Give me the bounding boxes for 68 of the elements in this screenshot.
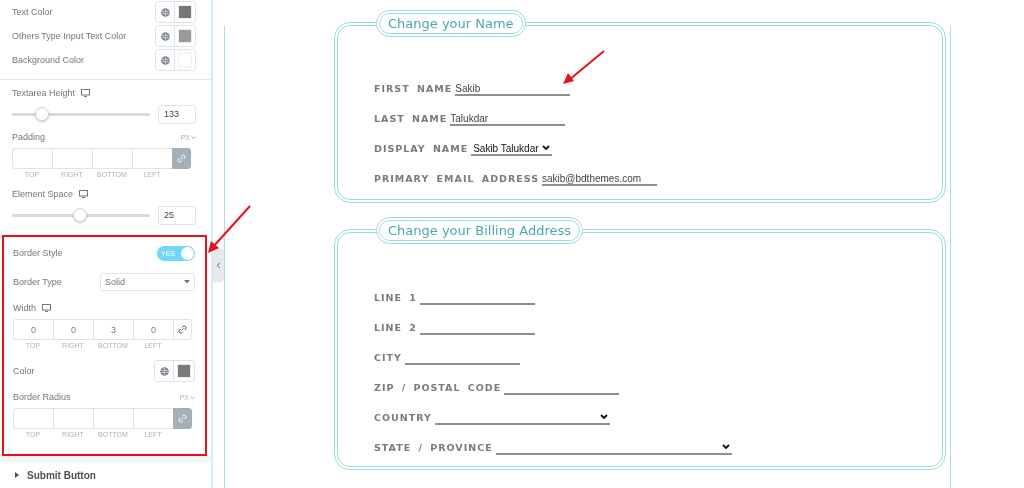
- link-icon: [178, 325, 187, 334]
- control-label: Padding: [12, 132, 46, 142]
- chevron-icon: [599, 414, 608, 420]
- globe-icon: [160, 55, 170, 65]
- select-field[interactable]: Sakib Talukdar: [471, 142, 552, 156]
- chevron-icon: [216, 261, 221, 269]
- dimension-field[interactable]: [132, 148, 172, 169]
- slider-handle[interactable]: [35, 106, 50, 121]
- dimension-field[interactable]: [12, 148, 52, 169]
- field-label: DISPLAY NAME: [374, 143, 469, 156]
- color-picker[interactable]: [155, 49, 196, 71]
- dimension-field[interactable]: [13, 408, 53, 429]
- dimension-field[interactable]: [92, 148, 132, 169]
- color-picker[interactable]: [155, 1, 196, 23]
- dimension-field[interactable]: [93, 408, 133, 429]
- field-label: LINE 1: [374, 292, 417, 305]
- field-label: STATE / PROVINCE: [374, 442, 493, 455]
- number-field[interactable]: 133: [158, 104, 196, 124]
- chevron-icon: [721, 444, 730, 450]
- dimension-field[interactable]: 3: [93, 319, 133, 340]
- field-label: COUNTRY: [374, 412, 432, 425]
- control-label: Element Space: [12, 189, 74, 199]
- globe-icon: [160, 31, 170, 41]
- section-legend: Change your Name: [376, 10, 526, 37]
- control-label: Textarea Height: [12, 88, 76, 98]
- dimension-field[interactable]: 0: [13, 319, 53, 340]
- chevron-icon: [541, 145, 550, 151]
- dimension-field[interactable]: 0: [53, 319, 93, 340]
- number-field[interactable]: 25: [158, 205, 196, 225]
- field-label: CITY: [374, 352, 402, 365]
- caret-icon: [190, 395, 195, 399]
- collapse-tab[interactable]: [213, 248, 224, 282]
- field-label: PRIMARY EMAIL ADDRESS: [374, 173, 539, 186]
- annotation-arrow: [561, 49, 606, 86]
- link-icon: [177, 154, 186, 163]
- control-label: Border Type: [13, 277, 62, 287]
- dimension-field[interactable]: 0: [133, 319, 173, 340]
- link-button[interactable]: [172, 148, 191, 169]
- link-icon: [178, 414, 187, 423]
- field-label: FIRST NAME: [374, 83, 453, 96]
- globe-icon: [160, 7, 170, 17]
- control-label: Border Style: [13, 248, 63, 258]
- control-label: Background Color: [12, 55, 85, 65]
- control-label: Text Color: [12, 7, 53, 17]
- link-button[interactable]: [173, 408, 192, 429]
- color-picker[interactable]: [155, 25, 196, 47]
- slider-handle[interactable]: [72, 207, 87, 222]
- control-label: Width: [13, 303, 36, 313]
- control-label: Border Radius: [13, 392, 71, 402]
- section-header[interactable]: Submit Button: [0, 462, 211, 488]
- color-picker[interactable]: [154, 360, 195, 382]
- dimension-field[interactable]: [53, 408, 93, 429]
- caret-icon: [15, 472, 19, 478]
- control-label: Color: [13, 366, 35, 376]
- field-label: LAST NAME: [374, 113, 448, 126]
- control-label: Others Type Input Text Color: [12, 31, 127, 41]
- caret-icon: [184, 280, 190, 284]
- section-legend: Change your Billing Address: [376, 217, 584, 244]
- text-field[interactable]: Talukdar: [450, 112, 566, 126]
- dropdown[interactable]: Solid: [100, 273, 195, 291]
- field-label: ZIP / POSTAL CODE: [374, 382, 502, 395]
- dimension-field[interactable]: [133, 408, 173, 429]
- text-field[interactable]: Sakib: [455, 82, 571, 96]
- field-label: LINE 2: [374, 322, 417, 335]
- dimension-field[interactable]: [52, 148, 92, 169]
- text-field[interactable]: sakib@bdthemes.com: [542, 172, 657, 186]
- caret-icon: [191, 135, 196, 139]
- globe-icon: [159, 366, 169, 376]
